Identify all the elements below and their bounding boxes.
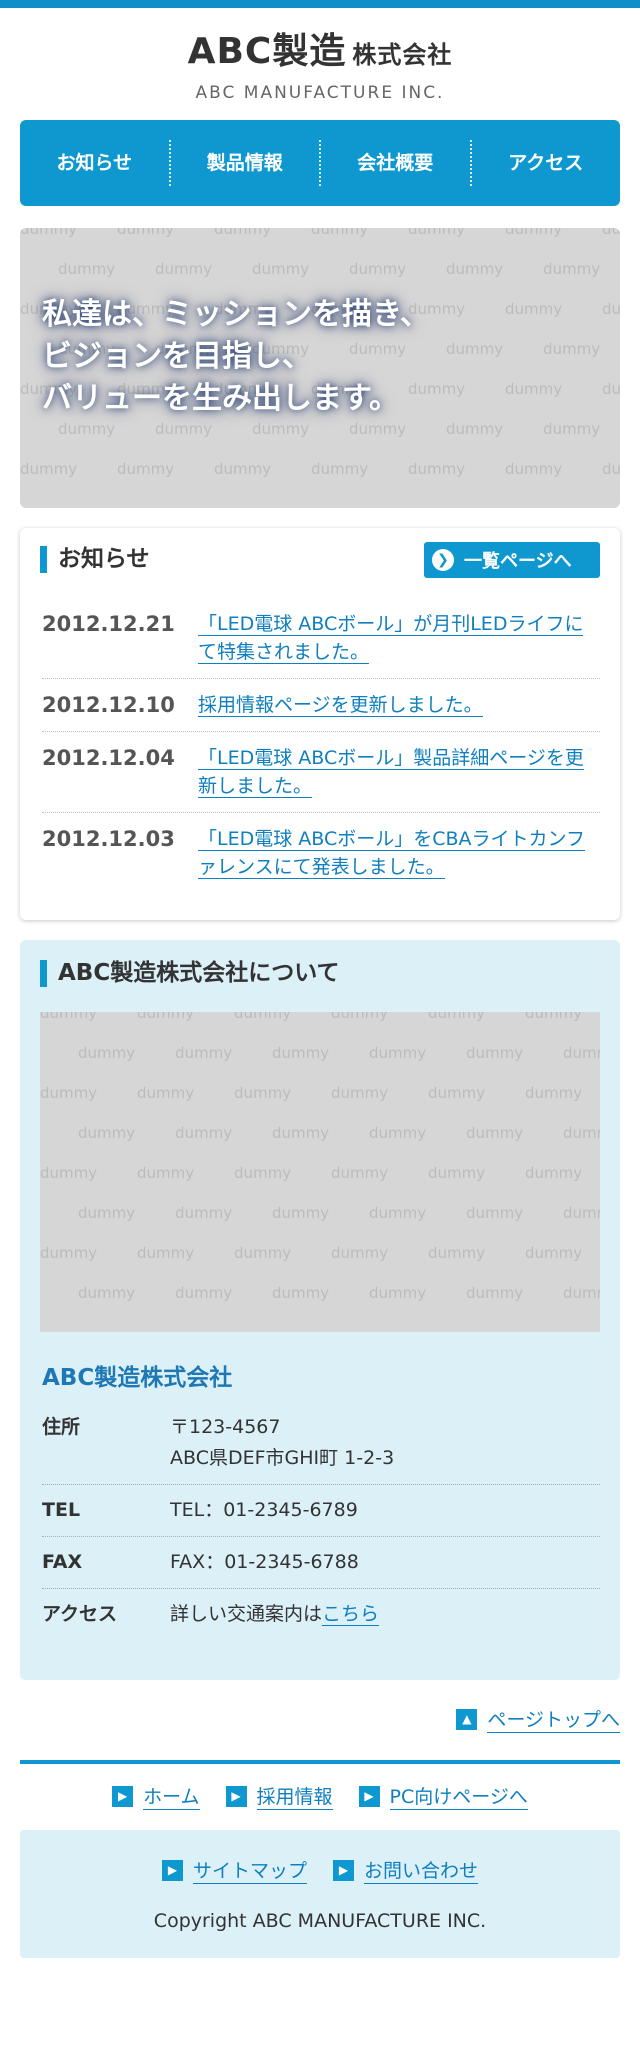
footer-link-label: PC向けページへ [389,1782,528,1810]
address-text: ABC県DEF市GHI町 1-2-3 [170,1447,395,1469]
access-text: 詳しい交通案内は [170,1603,323,1625]
news-link[interactable]: 「LED電球 ABCボール」製品詳細ページを更新しました。 [198,747,584,798]
placeholder-row: dummydummydummydummydummydummydummy [20,228,620,238]
footer-link-recruit[interactable]: ▶ 採用情報 [225,1782,333,1810]
info-row-access: アクセス 詳しい交通案内はこちら [42,1589,600,1640]
info-label: アクセス [42,1603,118,1625]
chevron-right-icon: ▶ [161,1859,183,1881]
list-item: 2012.12.10 採用情報ページを更新しました。 [42,679,600,732]
news-date: 2012.12.10 [42,693,175,717]
placeholder-row: dummydummydummydummydummydummydummy [40,1012,583,1022]
news-more-label: 一覧ページへ [464,551,572,572]
placeholder-row: dummydummydummydummydummydummydummy [58,260,601,278]
page-top-label: ページトップへ [487,1705,620,1733]
logo-subtitle: ABC MANUFACTURE INC. [195,83,445,103]
info-label: FAX [42,1551,83,1573]
info-row-tel: TEL TEL：01-2345-6789 [42,1485,600,1537]
info-row-address: 住所 〒123-4567 ABC県DEF市GHI町 1-2-3 [42,1402,600,1485]
news-link[interactable]: 「LED電球 ABCボール」をCBAライトカンファレンスにて発表しました。 [198,828,585,879]
about-title: ABC製造株式会社について [40,960,340,987]
logo-suffix: 株式会社 [352,41,453,69]
company-image-placeholder: dummy dummy dummy dummy dummy dummy dummy dummy… [40,1012,600,1332]
info-row-fax: FAX FAX：01-2345-6788 [42,1537,600,1589]
news-date: 2012.12.21 [42,612,175,636]
nav-item-company[interactable]: 会社概要 [319,140,470,186]
copyright: Copyright ABC MANUFACTURE INC. [153,1910,487,1932]
chevron-right-icon: ▶ [358,1785,380,1807]
chevron-right-icon: ▶ [333,1859,354,1881]
news-link[interactable]: 採用情報ページを更新しました。 [198,694,483,717]
placeholder-row: dummydummydummydummydummydummydummy [58,420,601,438]
list-item: 2012.12.03 「LED電球 ABCボール」をCBAライトカンファレンスに… [42,813,600,893]
chevron-right-icon: ❯ [432,549,454,571]
about-section: ABC製造株式会社について dummy dummy dummy dummy dummy d… [20,940,620,1680]
tel-value: TEL：01-2345-6789 [170,1499,358,1521]
hero-banner: dummydummydummydummydummydummydummy dummy… [20,228,620,508]
page-top-link[interactable]: ▲ ページトップへ [456,1705,620,1733]
footer-divider [20,1760,620,1764]
chevron-right-icon: ▶ [112,1785,134,1807]
nav-item-news[interactable]: お知らせ [20,140,169,186]
info-label: TEL [42,1499,81,1521]
placeholder-row: dummydummydummydummydummydummydummy [78,1124,600,1142]
footer-nav: ▶ ホーム ▶ 採用情報 ▶ PC向けページへ [0,1782,640,1810]
info-label: 住所 [42,1416,81,1438]
top-accent-bar [0,0,640,8]
list-item: 2012.12.21 「LED電球 ABCボール」が月刊LEDライフにて特集され… [42,598,600,679]
nav-item-products[interactable]: 製品情報 [168,140,320,186]
access-link[interactable]: こちら [322,1603,380,1626]
placeholder-row: dummydummydummydummydummydummydummy [20,460,620,478]
chevron-right-icon: ▶ [225,1785,247,1807]
footer-link-pc[interactable]: ▶ PC向けページへ [358,1782,528,1810]
news-list: 2012.12.21 「LED電球 ABCボール」が月刊LEDライフにて特集され… [42,598,600,893]
footer-link-label: お問い合わせ [364,1856,479,1884]
global-nav: お知らせ 製品情報 会社概要 アクセス [20,120,620,206]
news-link[interactable]: 「LED電球 ABCボール」が月刊LEDライフにて特集されました。 [198,613,584,664]
placeholder-row: dummydummydummydummydummydummydummy [78,1204,600,1222]
footer-link-sitemap[interactable]: ▶ サイトマップ [161,1856,307,1884]
footer-link-label: サイトマップ [192,1856,307,1884]
placeholder-row: dummydummydummydummydummydummydummy [40,1164,583,1182]
hero-line-3: バリューを生み出します。 [42,381,399,416]
list-item: 2012.12.04 「LED電球 ABCボール」製品詳細ページを更新しました。 [42,732,600,813]
logo-main-text: ABC製造 [187,31,347,72]
site-logo[interactable]: ABC製造 株式会社 ABC MANUFACTURE INC. [0,8,640,120]
about-placeholder-pattern: dummy dummy dummy dummy dummy dummy dummy dummy… [40,1012,600,1332]
footer-link-home[interactable]: ▶ ホーム [112,1782,200,1810]
fax-value: FAX：01-2345-6788 [170,1551,359,1573]
footer-link-label: 採用情報 [256,1782,333,1810]
footer-link-contact[interactable]: ▶ お問い合わせ [333,1856,479,1884]
news-date: 2012.12.04 [42,746,175,770]
hero-tagline: 私達は、ミッションを描き、 ビジョンを目指し、 バリューを生み出します。 [42,294,430,420]
news-section: お知らせ ❯ 一覧ページへ 2012.12.21 「LED電球 ABCボール」が… [20,528,620,920]
company-name: ABC製造株式会社 [42,1365,233,1391]
news-more-button[interactable]: ❯ 一覧ページへ [424,542,600,578]
news-date: 2012.12.03 [42,827,175,851]
hero-line-2: ビジョンを目指し、 [42,339,312,374]
footer-link-label: ホーム [143,1782,200,1810]
nav-item-access[interactable]: アクセス [469,140,621,186]
footer-box: ▶ サイトマップ ▶ お問い合わせ Copyright ABC MANUFACT… [20,1830,620,1958]
hero-line-1: 私達は、ミッションを描き、 [42,297,430,332]
postal-code: 〒123-4567 [170,1416,281,1438]
placeholder-row: dummydummydummydummydummydummydummy [78,1284,600,1302]
chevron-up-icon: ▲ [456,1708,478,1730]
placeholder-row: dummydummydummydummydummydummydummy [40,1244,583,1262]
company-info-table: 住所 〒123-4567 ABC県DEF市GHI町 1-2-3 TEL TEL：… [42,1402,600,1640]
news-title: お知らせ [40,546,150,573]
placeholder-row: dummydummydummydummydummydummydummy [78,1044,600,1062]
placeholder-row: dummydummydummydummydummydummydummy [40,1084,583,1102]
